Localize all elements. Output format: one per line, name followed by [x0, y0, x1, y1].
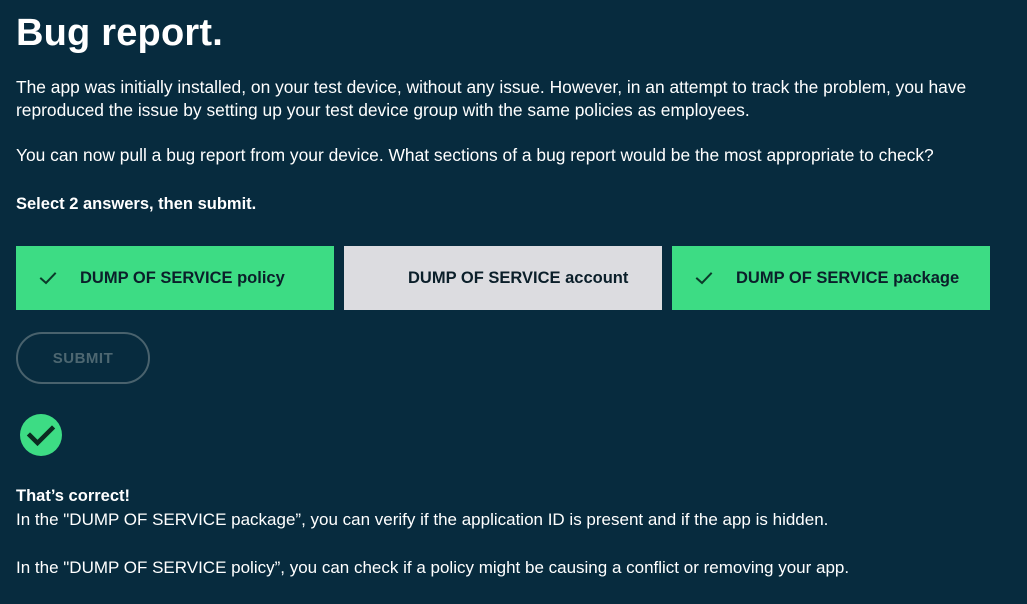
- check-icon: [695, 272, 713, 285]
- question-text: You can now pull a bug report from your …: [16, 145, 934, 165]
- instruction-text: Select 2 answers, then submit.: [16, 195, 257, 213]
- feedback-panel: That’s correct! In the "DUMP OF SERVICE …: [16, 485, 1011, 577]
- check-icon: [39, 272, 57, 285]
- answer-option-policy[interactable]: DUMP OF SERVICE policy: [16, 246, 334, 310]
- page-title: Bug report.: [16, 12, 223, 54]
- feedback-title: That’s correct!: [16, 487, 131, 505]
- answer-label: DUMP OF SERVICE policy: [80, 269, 285, 287]
- answer-option-account[interactable]: DUMP OF SERVICE account: [344, 246, 662, 310]
- check-circle-icon: [20, 414, 62, 456]
- answer-label: DUMP OF SERVICE account: [408, 269, 629, 287]
- answer-option-package[interactable]: DUMP OF SERVICE package: [672, 246, 990, 310]
- intro-text: The app was initially installed, on your…: [16, 77, 967, 120]
- feedback-line-policy: In the "DUMP OF SERVICE policy”, you can…: [16, 558, 850, 577]
- answer-options: DUMP OF SERVICE policy DUMP OF SERVICE a…: [16, 246, 1000, 310]
- submit-button[interactable]: SUBMIT: [16, 332, 150, 384]
- answer-label: DUMP OF SERVICE package: [736, 269, 960, 287]
- feedback-line-package: In the "DUMP OF SERVICE package”, you ca…: [16, 510, 829, 529]
